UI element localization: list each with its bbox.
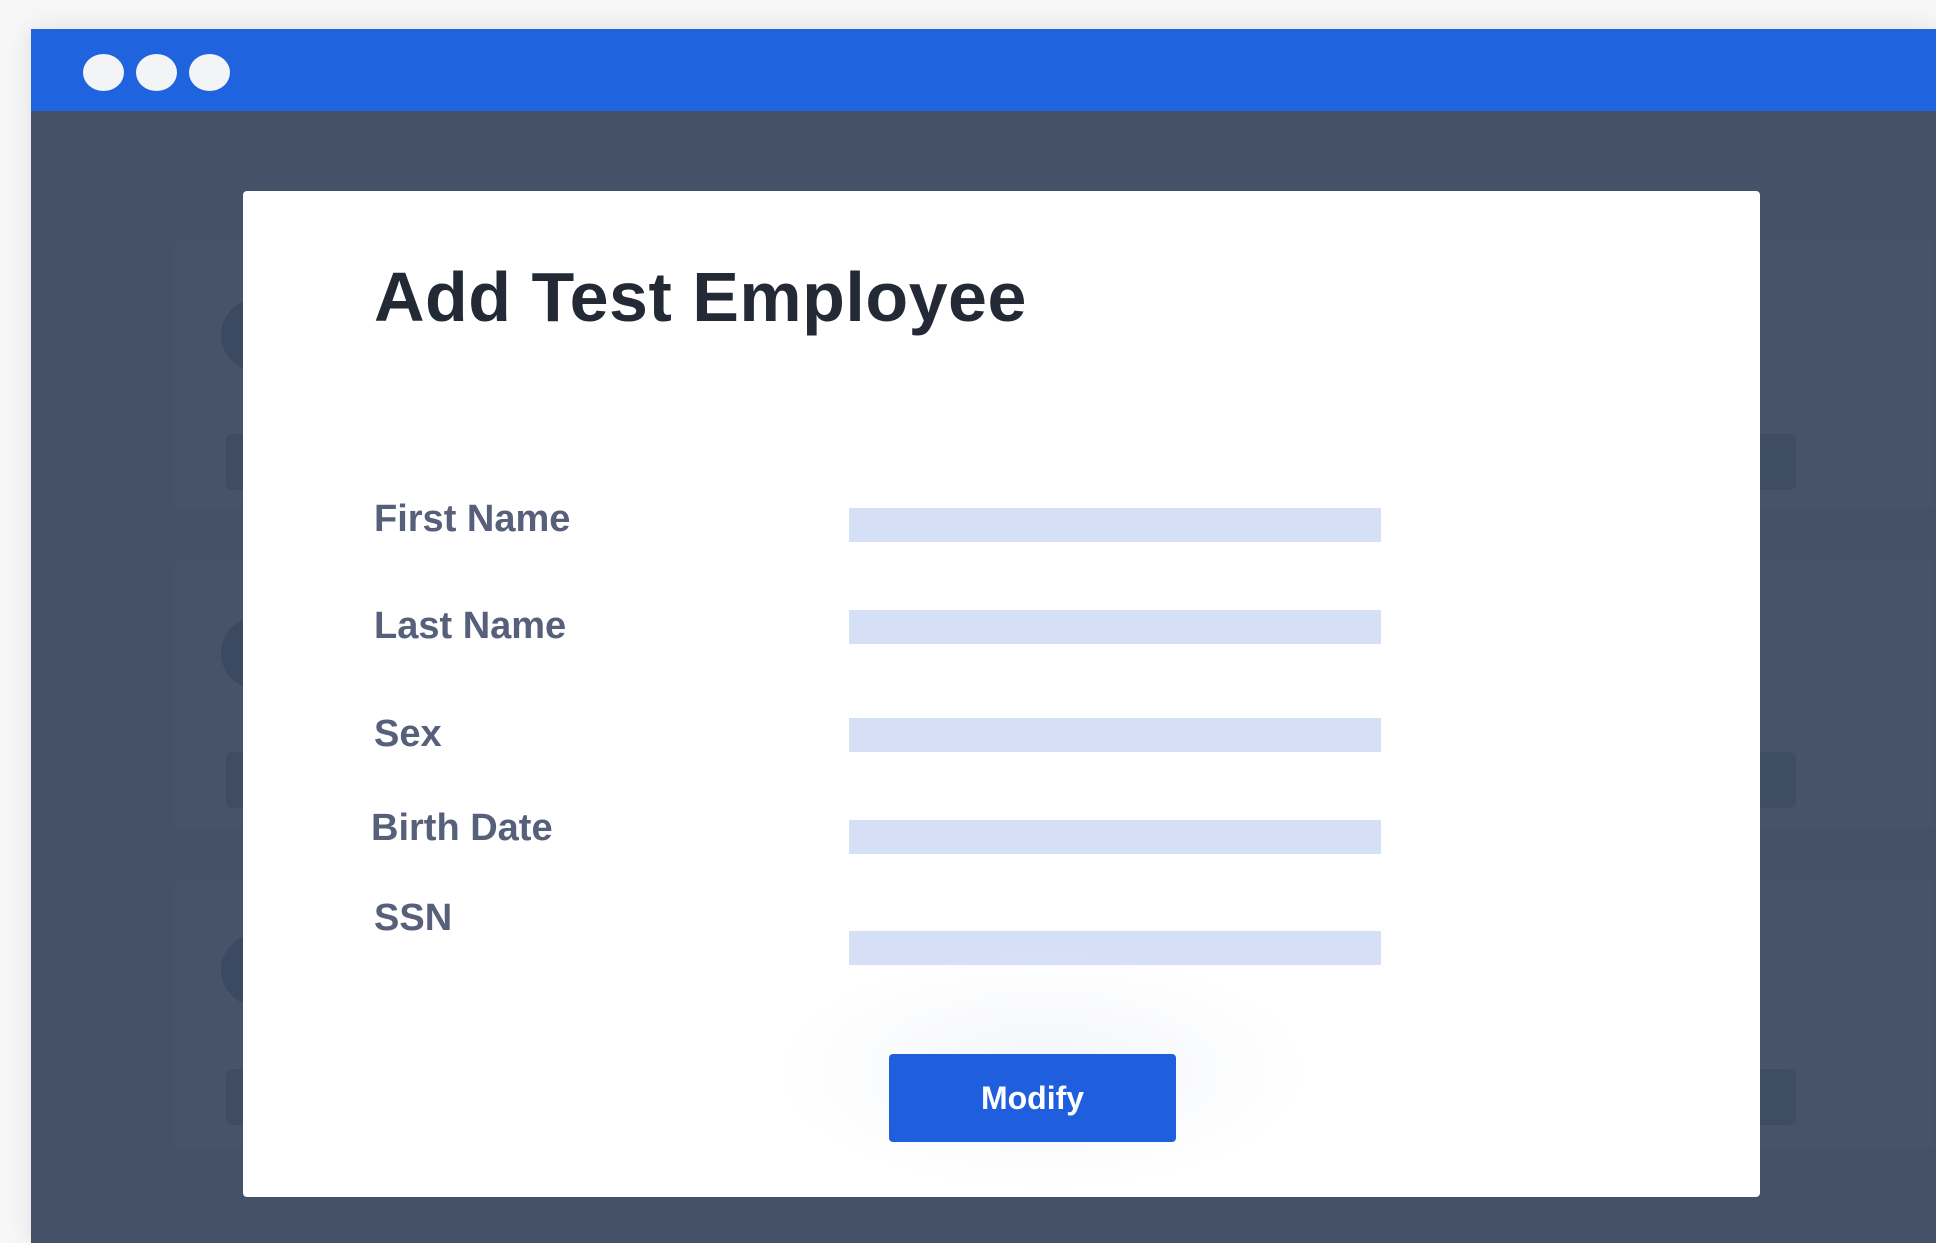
birth-date-input[interactable] [849,820,1381,854]
sex-label: Sex [374,713,442,755]
window-maximize-icon[interactable] [189,54,230,91]
last-name-label: Last Name [374,605,567,647]
window-minimize-icon[interactable] [136,54,177,91]
app-window: Add Test Employee First Name Last Name S… [31,29,1936,1243]
window-close-icon[interactable] [83,54,124,91]
modal-title: Add Test Employee [374,258,1027,336]
last-name-input[interactable] [849,610,1381,644]
add-employee-modal: Add Test Employee First Name Last Name S… [243,191,1760,1197]
first-name-input[interactable] [849,508,1381,542]
modify-button[interactable]: Modify [889,1054,1176,1142]
sex-input[interactable] [849,718,1381,752]
first-name-label: First Name [374,498,571,540]
birth-date-label: Birth Date [371,807,553,849]
window-titlebar [31,29,1936,111]
ssn-label: SSN [374,897,453,939]
